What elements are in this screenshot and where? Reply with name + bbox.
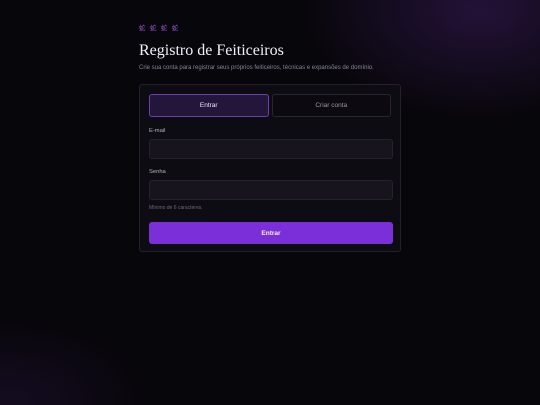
page-title: Registro de Feiticeiros xyxy=(139,42,284,59)
email-label: E-mail xyxy=(149,128,166,134)
tab-signup[interactable]: Criar conta xyxy=(271,94,391,117)
tab-login[interactable]: Entrar xyxy=(149,94,269,117)
page-subtitle: Crie sua conta para registrar seus própr… xyxy=(139,65,374,71)
email-field[interactable] xyxy=(149,139,393,159)
auth-panel: 蛇 蛇 蛇 蛇 Registro de Feiticeiros Crie sua… xyxy=(139,24,401,252)
decorative-glyphs: 蛇 蛇 蛇 蛇 xyxy=(139,24,180,32)
password-hint: Mínimo de 6 caracteres. xyxy=(149,205,203,211)
auth-tabs: Entrar Criar conta xyxy=(149,94,391,117)
login-button[interactable]: Entrar xyxy=(149,222,393,244)
password-label: Senha xyxy=(149,169,166,175)
auth-card: Entrar Criar conta E-mail Senha Mínimo d… xyxy=(139,84,401,252)
password-field[interactable] xyxy=(149,180,393,200)
